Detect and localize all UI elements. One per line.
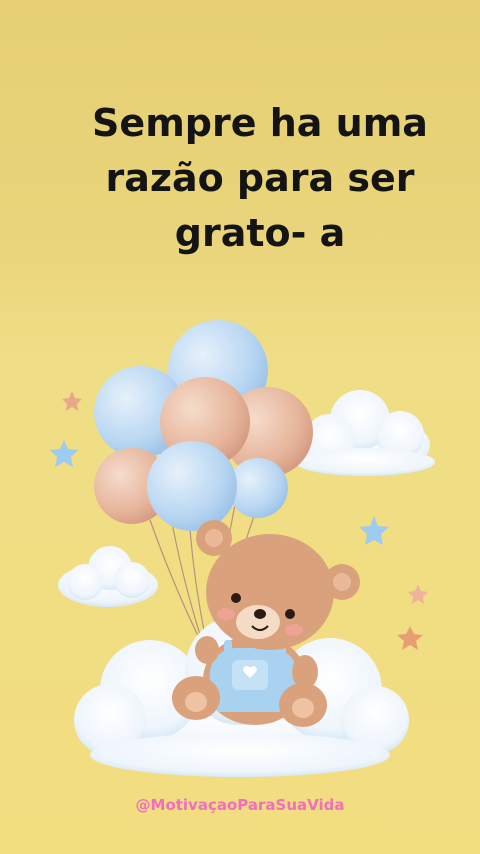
quote-line-1: Sempre ha uma [92,101,428,145]
star-icon [62,391,82,411]
teddy-bear-illustration [50,320,435,777]
quote-line-3: grato- a [174,211,346,255]
credit-handle: @MotivaçaoParaSuaVida [135,796,345,814]
balloon-blue [147,441,237,531]
star-icon [50,440,78,467]
cloud-right [295,390,435,476]
balloons [94,320,313,531]
balloon-blue [228,458,288,518]
quote-text: Sempre ha uma razão para ser grato- a [60,96,460,261]
cloud-left [58,546,158,607]
star-icon [408,584,428,604]
star-icon [397,626,423,650]
star-icon [359,516,389,545]
quote-line-2: razão para ser [105,156,415,200]
